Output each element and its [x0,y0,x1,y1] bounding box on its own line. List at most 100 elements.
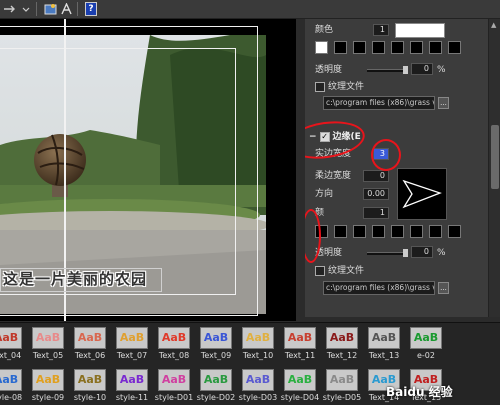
texture2-checkbox[interactable] [315,265,325,276]
texture-row: 纹理文件 [315,80,364,94]
style-tile-label: style-11 [115,393,149,402]
chevron-down-icon[interactable] [20,2,32,16]
transparency-slider[interactable] [367,66,408,74]
color-label: 颜色 [315,25,334,35]
video-preview[interactable]: 这是一片美丽的农园 [0,19,296,321]
percent-label: % [437,65,446,75]
style-tile[interactable]: AaB [32,327,64,349]
style-tile-label: style-D03 [238,393,278,402]
style-tile[interactable]: AaB [284,327,316,349]
swatch-black[interactable] [448,41,461,54]
texture-label: 纹理文件 [328,82,365,92]
texture-browse-button[interactable]: ... [438,97,449,109]
transparency2-field[interactable]: 0 [411,246,433,258]
style-tile-label: Text_08 [158,351,190,360]
style-tile[interactable]: AaB [326,327,358,349]
caption-text[interactable]: 这是一片美丽的农园 [0,268,162,292]
swatch-black[interactable] [372,41,385,54]
style-tile-label: style-D04 [280,393,320,402]
text-style-icon[interactable] [60,2,73,16]
color2-index-field[interactable]: 1 [363,207,389,219]
swatch-black[interactable] [410,225,423,238]
texture-path-field[interactable]: c:\program files (x86)\grass va [323,96,435,110]
percent-label: % [437,248,446,258]
style-tile[interactable]: AaB [242,369,274,391]
style-tile[interactable]: AaB [0,327,22,349]
toolbar-divider [36,2,37,16]
border-color-swatches [315,225,461,238]
transparency2-slider[interactable] [367,249,408,257]
toolbar: ? [0,0,500,19]
style-tile[interactable]: AaB [0,369,22,391]
style-tile[interactable]: AaB [116,327,148,349]
direction-label: 方向 [315,189,334,199]
style-tile-label: style-09 [31,393,65,402]
watermark: Baidu 经验 [386,384,453,399]
style-tile[interactable]: AaB [410,327,442,349]
style-tile-label: style-D01 [154,393,194,402]
style-tile[interactable]: AaB [326,369,358,391]
annotation-circle [305,116,368,164]
style-tile-label: Text_07 [116,351,148,360]
style-tile-label: e-02 [417,351,435,360]
swatch-black[interactable] [353,225,366,238]
style-tile-label: Text_10 [242,351,274,360]
swatch-black[interactable] [429,225,442,238]
style-tile-label: style-08 [0,393,23,402]
swatch-black[interactable] [429,41,442,54]
swatch-black[interactable] [372,225,385,238]
style-tile-label: Text_06 [74,351,106,360]
swatch-black[interactable] [448,225,461,238]
annotation-circle [371,139,401,171]
swatch-white[interactable] [315,41,328,54]
style-tile-label: Text_09 [200,351,232,360]
swatch-black[interactable] [334,225,347,238]
style-tile[interactable]: AaB [284,369,316,391]
scrollbar-thumb[interactable] [491,125,499,189]
style-tile-label: Text_12 [326,351,358,360]
arrow-right-icon[interactable] [3,2,17,16]
style-tile[interactable]: AaB [116,369,148,391]
style-tile[interactable]: AaB [32,369,64,391]
texture-checkbox[interactable] [315,81,325,92]
style-tile[interactable]: AaB [368,327,400,349]
soft-width-field[interactable]: 0 [363,170,389,182]
color-swatches [315,41,461,54]
image-icon[interactable] [44,2,57,16]
style-tile[interactable]: AaB [74,369,106,391]
style-tile[interactable]: AaB [158,369,190,391]
texture2-path-field[interactable]: c:\program files (x86)\grass va [323,281,435,295]
swatch-black[interactable] [334,41,347,54]
swatch-black[interactable] [410,41,423,54]
slider-knob[interactable] [403,249,408,257]
direction-preview[interactable] [397,168,447,220]
texture2-row: 纹理文件 [315,264,364,278]
style-tile-label: Text_04 [0,351,22,360]
swatch-black[interactable] [391,41,404,54]
color-index-field[interactable]: 1 [373,24,389,36]
swatch-black[interactable] [391,225,404,238]
swatch-black[interactable] [353,41,366,54]
style-tile-label: Text_05 [32,351,64,360]
style-tile-label: style-10 [73,393,107,402]
scroll-up-icon[interactable]: ▲ [491,21,496,29]
style-tile-label: Text_11 [284,351,316,360]
style-tile[interactable]: AaB [200,369,232,391]
slider-knob[interactable] [403,66,408,74]
title-safe-inner-frame [0,48,236,295]
transparency-field[interactable]: 0 [411,63,433,75]
texture2-browse-button[interactable]: ... [438,282,449,294]
style-tile[interactable]: AaB [242,327,274,349]
toolbar-divider [77,2,78,16]
color-preview-white[interactable] [395,23,445,38]
style-tile[interactable]: AaB [158,327,190,349]
soft-width-label: 柔边宽度 [315,171,352,181]
direction-field[interactable]: 0.00 [363,188,389,200]
properties-panel: 颜色 1 透明度 0 % 纹理文件 c:\program files (x86)… [305,19,488,317]
help-icon[interactable]: ? [85,2,97,16]
transparency-label: 透明度 [315,65,343,75]
panel-scrollbar[interactable]: ▲ [488,19,500,317]
style-tile-label: style-D05 [322,393,362,402]
style-tile[interactable]: AaB [200,327,232,349]
style-tile[interactable]: AaB [74,327,106,349]
